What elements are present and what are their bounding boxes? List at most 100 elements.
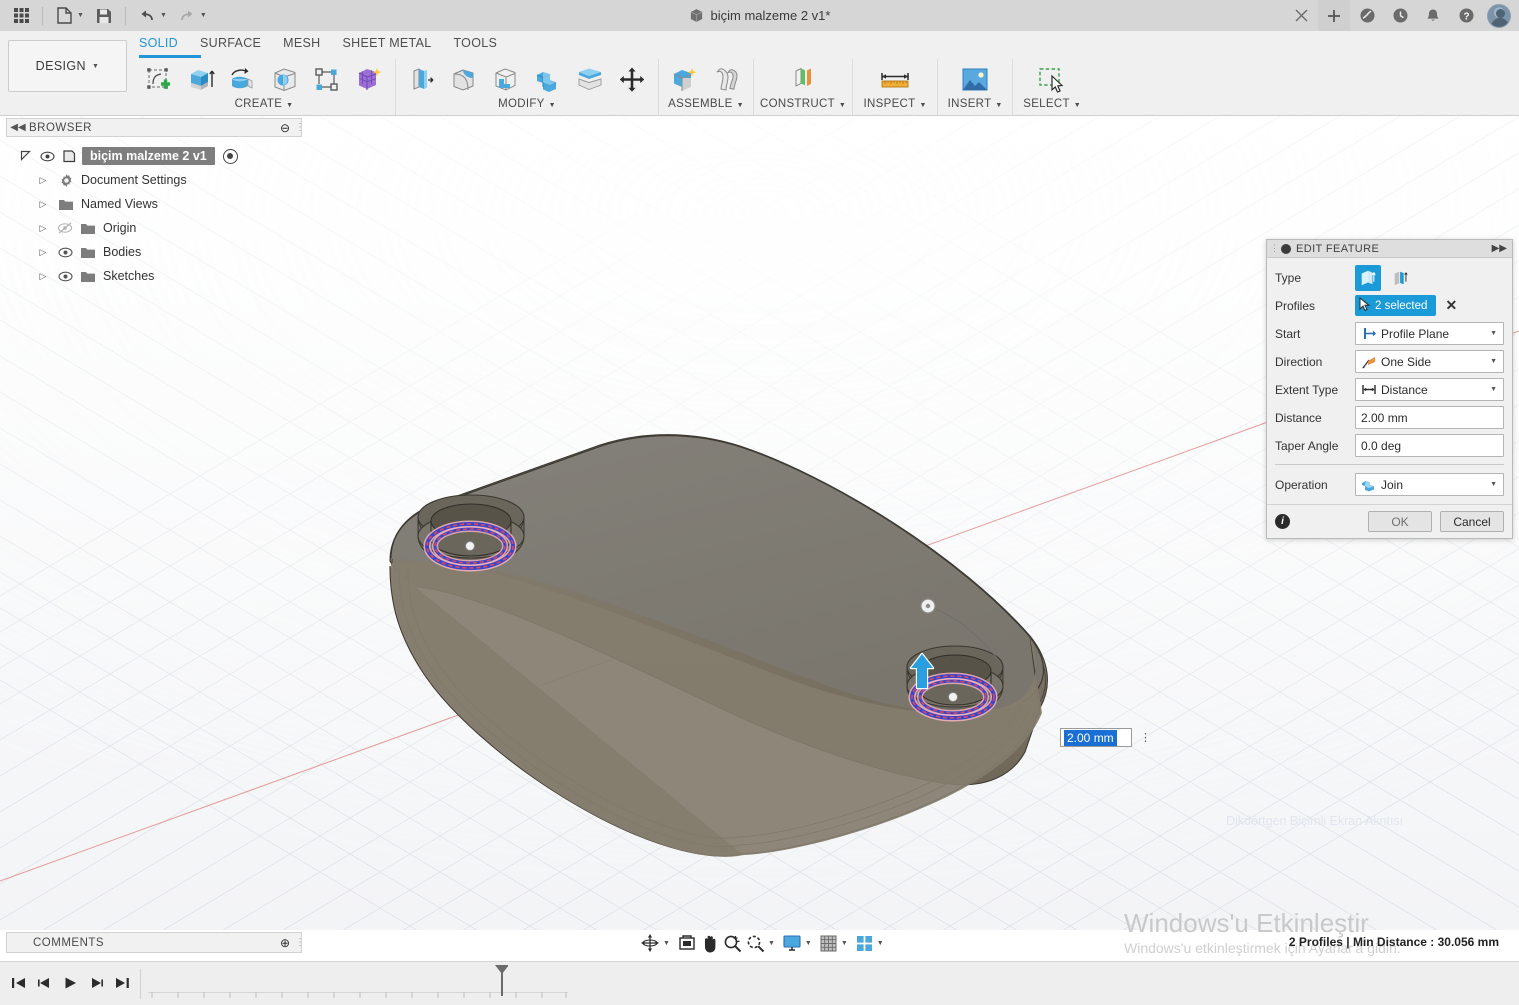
- dialog-expand-icon[interactable]: ▶▶: [1492, 243, 1512, 254]
- display-settings-icon[interactable]: [780, 930, 804, 956]
- shell-icon[interactable]: [486, 61, 526, 99]
- construction-plane-icon[interactable]: [783, 61, 823, 99]
- undo-caret[interactable]: ▼: [160, 12, 170, 19]
- browser-resize-grip[interactable]: ⋮: [295, 122, 301, 133]
- info-icon[interactable]: i: [1275, 514, 1290, 529]
- go-to-beginning-icon[interactable]: [6, 970, 30, 996]
- visibility-eye-icon[interactable]: [36, 151, 58, 162]
- timeline-marker[interactable]: [494, 964, 508, 996]
- tab-mesh[interactable]: MESH: [283, 33, 342, 55]
- combine-icon[interactable]: [528, 61, 568, 99]
- profiles-selection-button[interactable]: 2 selected: [1355, 295, 1436, 316]
- tree-item-sketches[interactable]: ▷ Sketches: [14, 264, 304, 288]
- expand-arrow-icon[interactable]: ▷: [32, 223, 54, 234]
- orbit-caret[interactable]: ▼: [662, 940, 675, 947]
- redo-icon[interactable]: [172, 2, 202, 29]
- notifications-bell-icon[interactable]: [1417, 0, 1449, 31]
- revolve-icon[interactable]: [223, 61, 263, 99]
- tree-item-document-settings[interactable]: ▷ Document Settings: [14, 168, 304, 192]
- press-pull-icon[interactable]: [402, 61, 442, 99]
- component-activate-radio[interactable]: [223, 149, 238, 164]
- workspace-selector[interactable]: DESIGN ▼: [8, 40, 127, 92]
- operation-dropdown[interactable]: Join ▼: [1355, 473, 1504, 496]
- dimension-input[interactable]: 2.00 mm: [1060, 728, 1132, 747]
- close-tab-icon[interactable]: [1285, 0, 1317, 31]
- new-tab-icon[interactable]: [1318, 0, 1350, 31]
- step-back-icon[interactable]: [32, 970, 56, 996]
- new-component-icon[interactable]: [665, 61, 705, 99]
- zoom-icon[interactable]: [721, 930, 744, 956]
- offset-face-icon[interactable]: [570, 61, 610, 99]
- file-menu-caret[interactable]: ▼: [77, 12, 87, 19]
- ok-button[interactable]: OK: [1368, 511, 1432, 532]
- expand-arrow-icon[interactable]: ▷: [32, 271, 54, 282]
- grid-snaps-icon[interactable]: [817, 930, 840, 956]
- save-icon[interactable]: [89, 2, 119, 29]
- browser-minimize-icon[interactable]: ⊖: [275, 121, 295, 135]
- pan-hand-icon[interactable]: [699, 930, 721, 956]
- viewports-icon[interactable]: [853, 930, 876, 956]
- extrude-profile-icon[interactable]: [1355, 265, 1381, 291]
- pattern-icon[interactable]: [349, 61, 389, 99]
- display-settings-caret[interactable]: ▼: [804, 940, 817, 947]
- viewports-caret[interactable]: ▼: [876, 940, 889, 947]
- undo-icon[interactable]: [132, 2, 162, 29]
- expand-arrow-icon[interactable]: ▷: [32, 247, 54, 258]
- ribbon-group-label-construct[interactable]: CONSTRUCT▼: [760, 98, 846, 110]
- extensions-icon[interactable]: [1351, 0, 1383, 31]
- cancel-button[interactable]: Cancel: [1440, 511, 1504, 532]
- ribbon-group-label-create[interactable]: CREATE▼: [235, 98, 294, 110]
- joint-icon[interactable]: [707, 61, 747, 99]
- dialog-drag-grip[interactable]: ⋮: [1267, 243, 1281, 254]
- file-icon[interactable]: [49, 2, 79, 29]
- tree-item-origin[interactable]: ▷ Origin: [14, 216, 304, 240]
- chevron-down-icon[interactable]: ▼: [1490, 330, 1501, 337]
- move-copy-icon[interactable]: [612, 61, 652, 99]
- user-avatar[interactable]: [1483, 0, 1515, 31]
- step-forward-icon[interactable]: [84, 970, 108, 996]
- orbit-icon[interactable]: [638, 930, 662, 956]
- look-at-icon[interactable]: [675, 930, 699, 956]
- tree-item-bodies[interactable]: ▷ Bodies: [14, 240, 304, 264]
- taper-angle-input[interactable]: 0.0 deg: [1355, 434, 1504, 457]
- loft-icon[interactable]: [307, 61, 347, 99]
- tree-item-named-views[interactable]: ▷ Named Views: [14, 192, 304, 216]
- visibility-eye-icon[interactable]: [54, 271, 76, 282]
- chevron-down-icon[interactable]: ▼: [1490, 481, 1501, 488]
- insert-image-icon[interactable]: [955, 61, 995, 99]
- ribbon-group-label-insert[interactable]: INSERT▼: [948, 98, 1003, 110]
- selection-marquee-icon[interactable]: [1032, 61, 1072, 99]
- comments-resize-grip[interactable]: ⋮: [295, 937, 301, 948]
- visibility-eye-icon[interactable]: [54, 247, 76, 258]
- chevron-down-icon[interactable]: ▼: [1490, 358, 1501, 365]
- extent-type-dropdown[interactable]: Distance ▼: [1355, 378, 1504, 401]
- clear-selection-icon[interactable]: ✕: [1445, 297, 1457, 314]
- sweep-icon[interactable]: [265, 61, 305, 99]
- tab-surface[interactable]: SURFACE: [200, 33, 283, 55]
- extrude-icon[interactable]: [181, 61, 221, 99]
- measure-ruler-icon[interactable]: [875, 61, 915, 99]
- dimension-menu-icon[interactable]: ⋮: [1140, 736, 1151, 740]
- expand-arrow-icon[interactable]: [14, 150, 36, 163]
- expand-arrow-icon[interactable]: ▷: [32, 175, 54, 186]
- comments-add-icon[interactable]: ⊕: [275, 936, 295, 950]
- app-grid-icon[interactable]: [6, 2, 36, 29]
- help-icon[interactable]: ?: [1450, 0, 1482, 31]
- play-icon[interactable]: [58, 970, 82, 996]
- tab-sheet-metal[interactable]: SHEET METAL: [342, 33, 453, 55]
- recent-clock-icon[interactable]: [1384, 0, 1416, 31]
- tab-solid[interactable]: SOLID: [139, 33, 200, 55]
- zoom-window-icon[interactable]: [744, 930, 767, 956]
- redo-caret[interactable]: ▼: [200, 12, 210, 19]
- ribbon-group-label-select[interactable]: SELECT▼: [1023, 98, 1081, 110]
- create-sketch-icon[interactable]: [139, 61, 179, 99]
- direction-dropdown[interactable]: One Side ▼: [1355, 350, 1504, 373]
- go-to-end-icon[interactable]: [110, 970, 134, 996]
- fillet-icon[interactable]: [444, 61, 484, 99]
- dimension-input-group[interactable]: 2.00 mm ⋮: [1060, 728, 1151, 747]
- dialog-collapse-icon[interactable]: [1281, 244, 1291, 254]
- ribbon-group-label-assemble[interactable]: ASSEMBLE▼: [668, 98, 744, 110]
- extrude-thin-icon[interactable]: [1388, 265, 1414, 291]
- ribbon-group-label-inspect[interactable]: INSPECT▼: [864, 98, 927, 110]
- expand-arrow-icon[interactable]: ▷: [32, 199, 54, 210]
